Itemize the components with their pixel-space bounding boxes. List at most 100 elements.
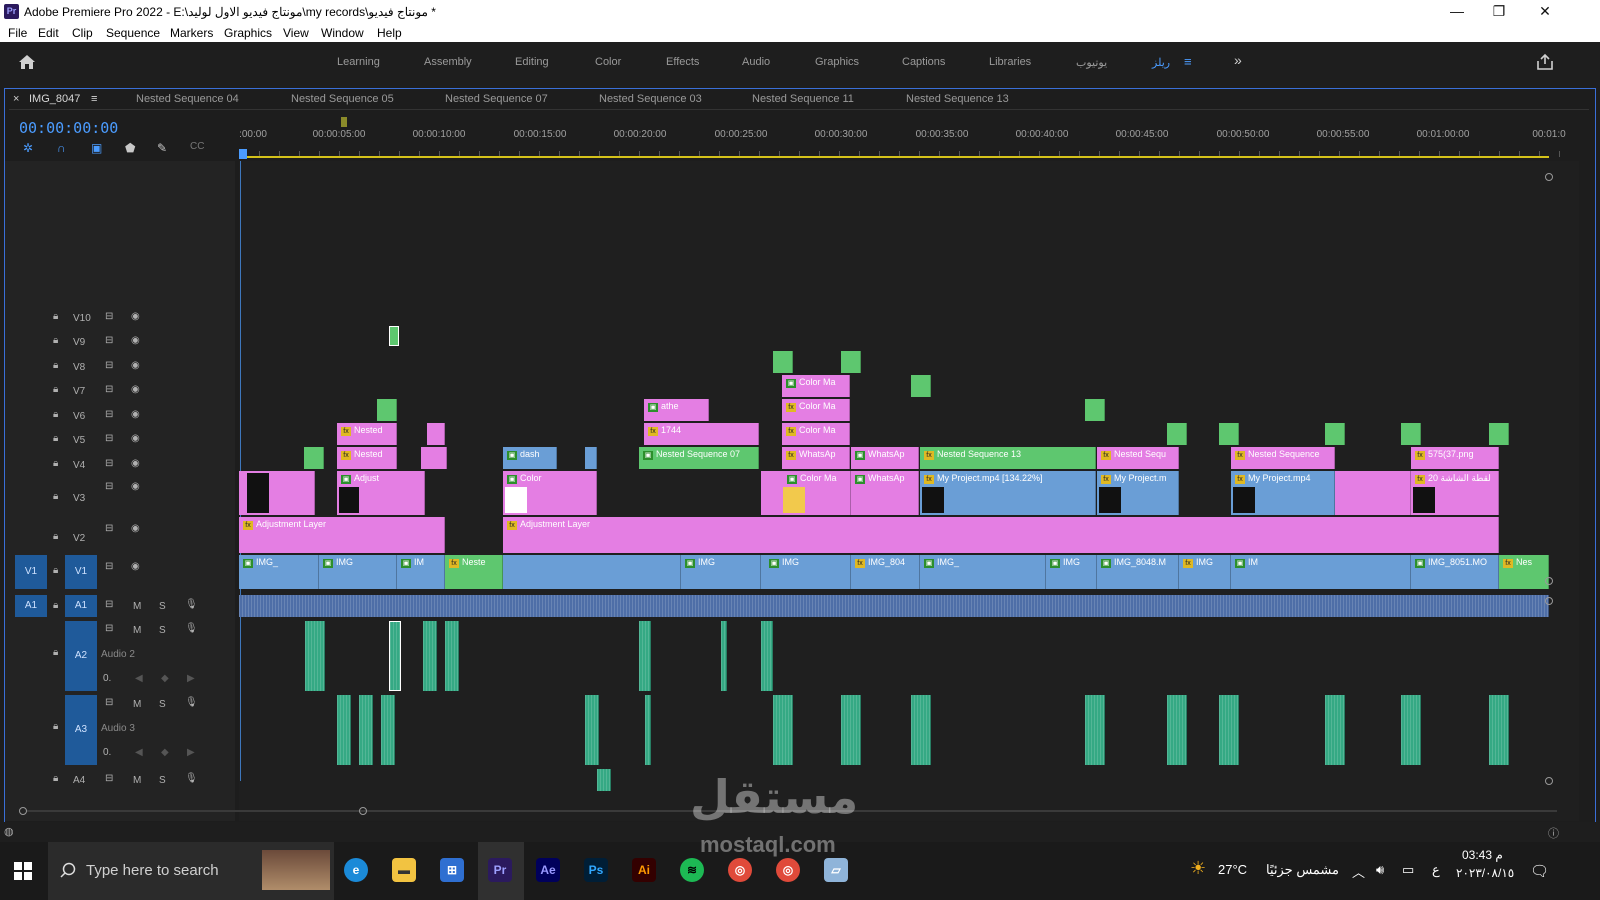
clip-img[interactable]: ▣ IMG — [319, 555, 397, 589]
solo-button[interactable]: S — [159, 625, 166, 636]
clip-v8[interactable] — [841, 351, 861, 373]
audio-clip-a3[interactable] — [1167, 695, 1187, 765]
clip-v5[interactable] — [1325, 423, 1345, 445]
add-marker-icon[interactable]: ⬟ — [125, 141, 135, 155]
lock-icon[interactable]: 🔒︎ — [53, 409, 58, 420]
tab-nested-sequence-11[interactable]: Nested Sequence 11 — [752, 93, 854, 105]
eye-icon[interactable]: ◉ — [131, 481, 140, 492]
taskbar-search-box[interactable]: Type here to search — [48, 842, 334, 900]
solo-button[interactable]: S — [159, 601, 166, 612]
sync-lock-icon[interactable]: ⊟ — [105, 623, 113, 634]
tab-nested-sequence-04[interactable]: Nested Sequence 04 — [136, 93, 239, 105]
workspace-youtube[interactable]: يوتيوب — [1076, 56, 1107, 69]
edge-icon[interactable]: e — [344, 858, 368, 882]
lock-icon[interactable]: 🔒︎ — [53, 531, 58, 542]
clip-png[interactable]: fx 575(37.png — [1411, 447, 1499, 469]
mute-button[interactable]: M — [133, 625, 141, 636]
chrome-icon[interactable]: ◎ — [776, 858, 800, 882]
eye-icon[interactable]: ◉ — [131, 433, 140, 444]
mute-button[interactable]: M — [133, 775, 141, 786]
vertical-scroll-handle[interactable] — [1545, 777, 1553, 785]
clip-nested[interactable]: fx Neste — [445, 555, 503, 589]
clip-img[interactable]: ▣ IM — [1231, 555, 1411, 589]
clip-img-8048[interactable]: ▣ IMG_8048.M — [1097, 555, 1179, 589]
windows-start-icon[interactable] — [14, 862, 32, 880]
store-icon[interactable]: ⊞ — [440, 858, 464, 882]
spotify-icon[interactable]: ≋ — [680, 858, 704, 882]
workspace-audio[interactable]: Audio — [742, 56, 770, 68]
clip-img[interactable]: ▣ IMG_ — [239, 555, 319, 589]
mic-icon[interactable]: 🎙︎ — [185, 697, 198, 708]
audio-clip-a3[interactable] — [911, 695, 931, 765]
playhead-handle[interactable] — [239, 149, 247, 159]
clip-img-8051[interactable]: ▣ IMG_8051.MO — [1411, 555, 1499, 589]
track-name-audio-2[interactable]: Audio 2 — [101, 649, 135, 660]
clip-color[interactable]: ▣ Color — [503, 471, 597, 515]
sync-lock-icon[interactable]: ⊟ — [105, 433, 113, 444]
mute-button[interactable]: M — [133, 699, 141, 710]
clip-adjustment-layer[interactable]: fx Adjustment Layer — [239, 517, 445, 553]
illustrator-icon[interactable]: Ai — [632, 858, 656, 882]
sync-lock-icon[interactable]: ⊟ — [105, 773, 113, 784]
add-keyframe-icon[interactable]: ◆ — [161, 747, 169, 758]
lock-icon[interactable]: 🔒︎ — [53, 773, 58, 784]
tab-nested-sequence-07[interactable]: Nested Sequence 07 — [445, 93, 548, 105]
tab-menu-icon[interactable]: ≡ — [91, 93, 97, 105]
track-target-a2[interactable]: A2 — [65, 621, 97, 691]
eye-icon[interactable]: ◉ — [131, 335, 140, 346]
next-keyframe-icon[interactable]: ▶ — [187, 673, 195, 684]
eye-icon[interactable]: ◉ — [131, 561, 140, 572]
workspace-captions[interactable]: Captions — [902, 56, 945, 68]
track-area[interactable]: ▣ Color Ma ▣ athe fx Color Ma fx Nested fx 17… — [239, 161, 1579, 821]
clip-whatsapp[interactable]: fx WhatsAp — [782, 447, 850, 469]
eye-icon[interactable]: ◉ — [131, 384, 140, 395]
nest-toggle-icon[interactable]: ✲ — [23, 141, 33, 155]
playhead-timecode[interactable]: 00:00:00:00 — [19, 119, 118, 137]
track-target-a3[interactable]: A3 — [65, 695, 97, 765]
workspace-assembly[interactable]: Assembly — [424, 56, 472, 68]
clip-my-project[interactable]: fx My Project.m — [1097, 471, 1179, 515]
lock-icon[interactable]: 🔒︎ — [53, 565, 58, 576]
lock-icon[interactable]: 🔒︎ — [53, 458, 58, 469]
audio-clip-a3[interactable] — [585, 695, 599, 765]
tab-img-8047[interactable]: IMG_8047 — [29, 93, 80, 105]
audio-clip-a2[interactable] — [305, 621, 325, 691]
weather-text[interactable]: مشمس جزئيًا — [1266, 862, 1339, 878]
clip-v4[interactable] — [304, 447, 324, 469]
clip-v5[interactable] — [1489, 423, 1509, 445]
sync-lock-icon[interactable]: ⊟ — [105, 697, 113, 708]
audio-clip-a2[interactable] — [423, 621, 437, 691]
clip-my-project[interactable]: fx My Project.mp4 — [1231, 471, 1335, 515]
clip-img[interactable]: ▣ IMG — [681, 555, 761, 589]
clip-v5[interactable] — [1401, 423, 1421, 445]
solo-button[interactable]: S — [159, 699, 166, 710]
tab-nested-sequence-05[interactable]: Nested Sequence 05 — [291, 93, 394, 105]
weather-icon[interactable]: ☀ — [1190, 858, 1206, 879]
prev-keyframe-icon[interactable]: ◀ — [135, 673, 143, 684]
mic-icon[interactable]: 🎙︎ — [185, 599, 198, 610]
volume-knob[interactable]: 0. — [103, 673, 111, 684]
lock-icon[interactable]: 🔒︎ — [53, 721, 58, 732]
clip-v6[interactable] — [1085, 399, 1105, 421]
clip-v4[interactable] — [585, 447, 597, 469]
menu-markers[interactable]: Markers — [170, 26, 213, 40]
audio-clip-a3[interactable] — [1085, 695, 1105, 765]
clip-1744[interactable]: fx 1744 — [644, 423, 759, 445]
sync-lock-icon[interactable]: ⊟ — [105, 481, 113, 492]
eye-icon[interactable]: ◉ — [131, 409, 140, 420]
menu-sequence[interactable]: Sequence — [106, 26, 160, 40]
vertical-scroll-handle[interactable] — [1545, 577, 1553, 585]
sequence-marker[interactable] — [341, 117, 347, 127]
clip-adjust[interactable]: ▣ Adjust — [337, 471, 425, 515]
track-target-a1[interactable]: A1 — [65, 595, 97, 617]
clip-v7[interactable] — [911, 375, 931, 397]
workspace-overflow-icon[interactable]: » — [1234, 52, 1242, 68]
clip-v5[interactable] — [1219, 423, 1239, 445]
maximize-button[interactable]: ❐ — [1476, 0, 1522, 24]
render-status-icon[interactable]: ◍ — [4, 825, 14, 838]
clip-img[interactable]: ▣ IMG_ — [920, 555, 1046, 589]
sync-lock-icon[interactable]: ⊟ — [105, 360, 113, 371]
info-icon[interactable]: ⓘ — [1548, 825, 1559, 841]
clip-whatsapp[interactable]: ▣ WhatsAp — [851, 471, 919, 515]
audio-clip-a3[interactable] — [337, 695, 351, 765]
